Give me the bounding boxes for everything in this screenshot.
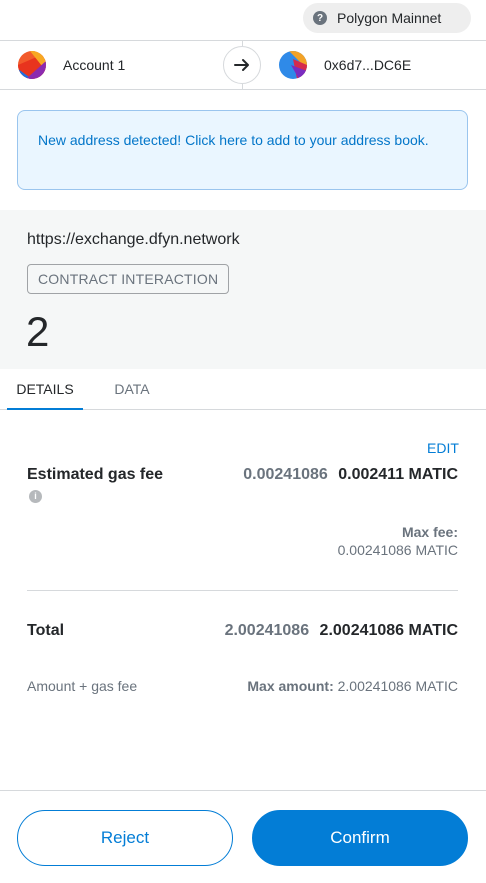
divider (27, 590, 458, 591)
footer: Reject Confirm (0, 790, 486, 883)
details-data-tabs: DETAILS DATA (0, 369, 486, 410)
method-badge: CONTRACT INTERACTION (27, 264, 230, 294)
gas-fee-primary: 0.002411 MATIC (338, 466, 458, 483)
transaction-summary: https://exchange.dfyn.network CONTRACT I… (0, 210, 486, 369)
sender-recipient-row: Account 1 0x6d7...DC6E (0, 40, 486, 90)
new-address-notice-text: New address detected! Click here to add … (38, 132, 429, 148)
network-name: Polygon Mainnet (337, 10, 442, 26)
gas-fee-label: Estimated gas fee (27, 466, 164, 483)
max-amount-label: Max amount: (247, 678, 334, 694)
total-values: 2.00241086 2.00241086 MATIC (225, 622, 458, 640)
confirm-button[interactable]: Confirm (252, 810, 468, 866)
sender-account-name: Account 1 (63, 57, 126, 73)
total-secondary: 2.00241086 (224, 622, 310, 639)
max-fee-value: 0.00241086 MATIC (337, 542, 458, 558)
question-icon: ? (313, 11, 327, 25)
network-bar: ? Polygon Mainnet (0, 0, 486, 40)
recipient-avatar (279, 51, 307, 79)
max-amount-value: 2.00241086 MATIC (337, 678, 458, 694)
origin-url: https://exchange.dfyn.network (27, 231, 240, 248)
transaction-amount: 2 (26, 308, 50, 355)
total-label: Total (27, 622, 65, 639)
edit-gas-button[interactable]: EDIT (427, 440, 459, 456)
info-icon[interactable]: i (29, 490, 42, 503)
total-primary: 2.00241086 MATIC (319, 622, 458, 639)
recipient-account[interactable]: 0x6d7...DC6E (279, 41, 411, 89)
connector-line-bottom (242, 84, 243, 89)
reject-button[interactable]: Reject (17, 810, 233, 866)
sender-account[interactable]: Account 1 (18, 41, 125, 89)
max-fee-label: Max fee: (401, 524, 458, 540)
arrow-right-icon (223, 46, 261, 84)
sender-avatar (18, 51, 46, 79)
tab-data[interactable]: DATA (97, 369, 167, 409)
new-address-notice[interactable]: New address detected! Click here to add … (17, 110, 468, 190)
gas-fee-label-block: Estimated gas fee i (27, 464, 167, 508)
recipient-address: 0x6d7...DC6E (324, 57, 412, 73)
total-sub-label: Amount + gas fee (27, 678, 138, 694)
tab-details[interactable]: DETAILS (7, 369, 83, 410)
network-selector[interactable]: ? Polygon Mainnet (303, 3, 471, 33)
max-amount: Max amount: 2.00241086 MATIC (247, 678, 458, 694)
gas-fee-secondary: 0.00241086 (243, 466, 328, 483)
gas-fee-values: 0.00241086 0.002411 MATIC (243, 466, 458, 484)
